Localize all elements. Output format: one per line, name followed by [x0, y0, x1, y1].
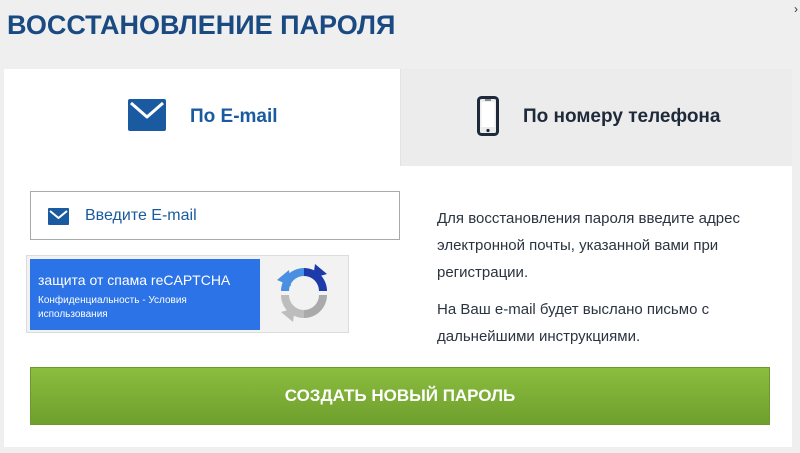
create-new-password-button[interactable]: СОЗДАТЬ НОВЫЙ ПАРОЛЬ: [30, 367, 770, 425]
recaptcha-title: защита от спама reCAPTCHA: [38, 272, 231, 288]
close-icon[interactable]: ›: [794, 2, 798, 16]
envelope-icon: [48, 208, 69, 230]
page-title: ВОССТАНОВЛЕНИЕ ПАРОЛЯ: [7, 10, 396, 40]
tab-phone[interactable]: По номеру телефона: [400, 69, 792, 166]
instructions-paragraph-1: Для восстановления пароля введите адрес …: [437, 210, 740, 281]
tab-email-label: По E-mail: [190, 106, 278, 127]
email-field[interactable]: [30, 191, 400, 240]
recaptcha-banner: защита от спама reCAPTCHA Конфиденциальн…: [30, 259, 260, 330]
recaptcha-logo-icon: [275, 262, 333, 329]
envelope-icon: [128, 99, 166, 136]
email-input[interactable]: [85, 202, 385, 230]
tab-phone-label: По номеру телефона: [523, 106, 721, 127]
password-recovery-card: По E-mail По номеру телефона защита от с…: [4, 69, 792, 447]
recaptcha-widget[interactable]: защита от спама reCAPTCHA Конфиденциальн…: [26, 255, 349, 333]
recaptcha-links[interactable]: Конфиденциальность - Условия использован…: [38, 294, 253, 322]
instructions-paragraph-2: На Ваш e-mail будет выслано письмо с дал…: [437, 301, 710, 345]
tab-email[interactable]: По E-mail: [4, 69, 400, 166]
instructions-text: Для восстановления пароля введите адрес …: [437, 205, 777, 350]
phone-icon: [477, 96, 499, 141]
